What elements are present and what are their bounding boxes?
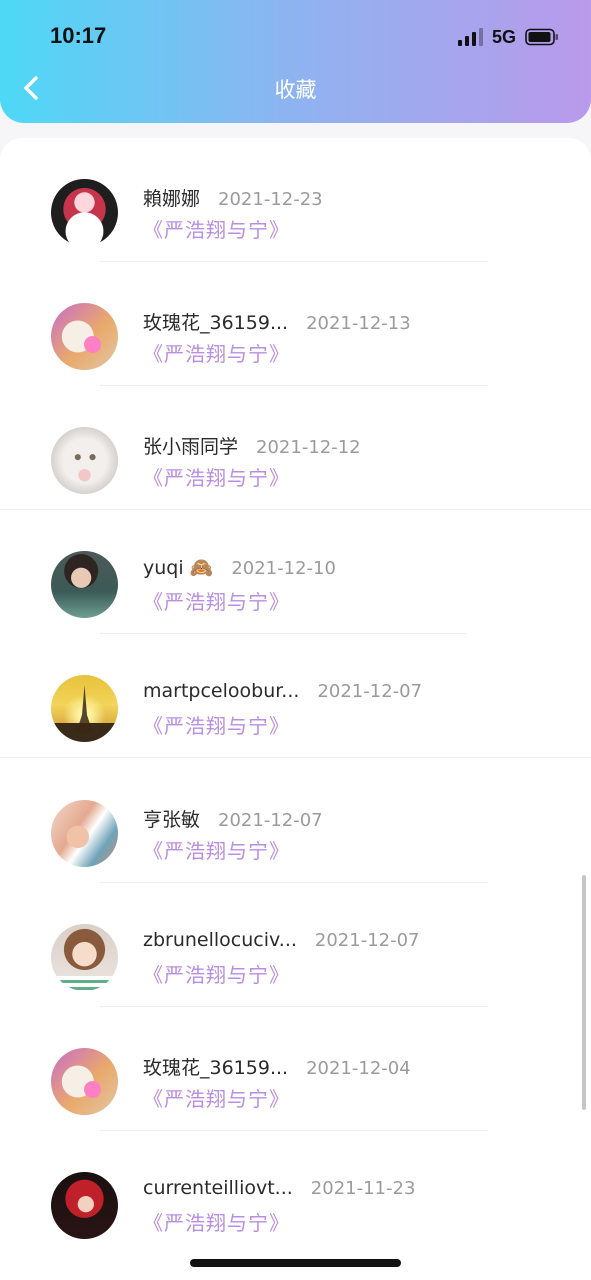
home-indicator[interactable] bbox=[190, 1259, 401, 1267]
book-title-link[interactable]: 《严浩翔与宁》 bbox=[143, 586, 290, 615]
avatar[interactable] bbox=[51, 303, 118, 370]
favorite-date: 2021-12-23 bbox=[218, 189, 323, 210]
book-title-link[interactable]: 《严浩翔与宁》 bbox=[143, 959, 290, 988]
favorite-date: 2021-12-12 bbox=[256, 437, 361, 458]
avatar[interactable] bbox=[51, 675, 118, 742]
status-time: 10:17 bbox=[50, 23, 107, 48]
network-type: 5G bbox=[492, 27, 517, 47]
username: 玫瑰花_36159... bbox=[143, 1057, 289, 1079]
book-title-link[interactable]: 《严浩翔与宁》 bbox=[143, 462, 290, 491]
favorite-date: 2021-12-13 bbox=[306, 313, 411, 334]
list-item[interactable]: 玫瑰花_36159... 2021-12-13 《严浩翔与宁》 bbox=[0, 262, 591, 386]
avatar[interactable] bbox=[51, 924, 118, 991]
scrollbar[interactable] bbox=[582, 875, 586, 1110]
cellular-signal-icon bbox=[458, 28, 484, 46]
book-title-link[interactable]: 《严浩翔与宁》 bbox=[143, 710, 290, 739]
book-title-link[interactable]: 《严浩翔与宁》 bbox=[143, 1207, 290, 1236]
book-title-link[interactable]: 《严浩翔与宁》 bbox=[143, 214, 290, 243]
avatar[interactable] bbox=[51, 1048, 118, 1115]
favorite-date: 2021-11-23 bbox=[310, 1178, 416, 1199]
username: currenteilliovt... bbox=[143, 1177, 293, 1199]
username: 亨张敏 bbox=[143, 809, 201, 831]
avatar[interactable] bbox=[51, 179, 118, 246]
list-item[interactable]: 亨张敏 2021-12-07 《严浩翔与宁》 bbox=[0, 759, 591, 883]
battery-icon bbox=[525, 28, 558, 46]
username: 张小雨同学 bbox=[143, 436, 239, 458]
list-item[interactable]: zbrunellocuciv... 2021-12-07 《严浩翔与宁》 bbox=[0, 883, 591, 1007]
list-item[interactable]: currenteilliovt... 2021-11-23 《严浩翔与宁》 bbox=[0, 1131, 591, 1255]
favorites-list: 賴娜娜 2021-12-23 《严浩翔与宁》 玫瑰花_36159... 2021-1… bbox=[0, 138, 591, 1280]
list-item[interactable]: martpceloobur... 2021-12-07 《严浩翔与宁》 bbox=[0, 634, 591, 758]
eiffel-tower-image bbox=[76, 685, 93, 733]
book-title-link[interactable]: 《严浩翔与宁》 bbox=[143, 338, 290, 367]
username: 玫瑰花_36159... bbox=[143, 312, 289, 334]
username: zbrunellocuciv... bbox=[143, 929, 297, 951]
divider bbox=[0, 757, 591, 758]
avatar[interactable] bbox=[51, 800, 118, 867]
username: martpceloobur... bbox=[143, 680, 300, 702]
favorite-date: 2021-12-04 bbox=[306, 1058, 411, 1079]
list-item[interactable]: 賴娜娜 2021-12-23 《严浩翔与宁》 bbox=[0, 138, 591, 262]
avatar[interactable] bbox=[51, 1172, 118, 1239]
list-item[interactable]: 玫瑰花_36159... 2021-12-04 《严浩翔与宁》 bbox=[0, 1007, 591, 1131]
avatar[interactable] bbox=[51, 427, 118, 494]
app-header: 10:17 5G 收藏 bbox=[0, 0, 591, 123]
favorite-date: 2021-12-07 bbox=[218, 810, 323, 831]
book-title-link[interactable]: 《严浩翔与宁》 bbox=[143, 835, 290, 864]
username: 賴娜娜 bbox=[143, 188, 201, 210]
page-title: 收藏 bbox=[274, 78, 317, 102]
username: yuqi 🙈 bbox=[143, 557, 214, 579]
favorite-date: 2021-12-07 bbox=[317, 681, 423, 702]
favorite-date: 2021-12-10 bbox=[231, 558, 336, 579]
avatar[interactable] bbox=[51, 551, 118, 618]
book-title-link[interactable]: 《严浩翔与宁》 bbox=[143, 1083, 290, 1112]
list-item[interactable]: 张小雨同学 2021-12-12 《严浩翔与宁》 bbox=[0, 386, 591, 510]
favorite-date: 2021-12-07 bbox=[314, 930, 420, 951]
list-item[interactable]: yuqi 🙈 2021-12-10 《严浩翔与宁》 bbox=[0, 510, 591, 634]
